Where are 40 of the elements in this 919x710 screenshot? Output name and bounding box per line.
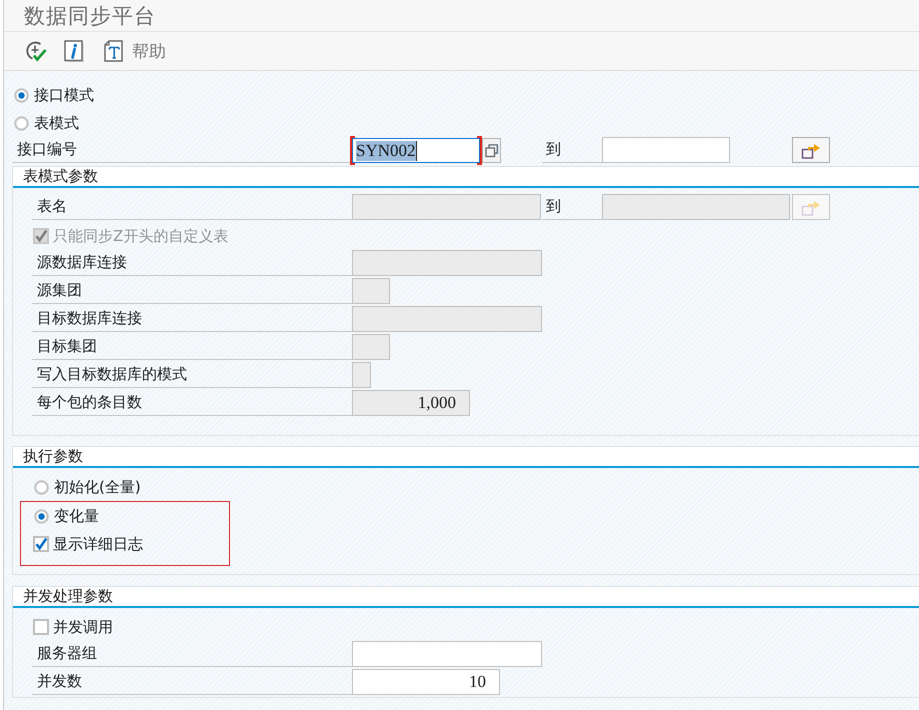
checkbox-label: 显示详细日志 xyxy=(53,534,143,554)
clock-check-icon[interactable] xyxy=(24,39,48,63)
radio-button[interactable] xyxy=(14,116,29,130)
radio-label: 接口模式 xyxy=(34,86,94,104)
checkbox-label: 并发调用 xyxy=(53,618,113,636)
info-icon[interactable] xyxy=(64,40,84,62)
group-title: 执行参数 xyxy=(13,447,919,468)
radio-label: 初始化(全量) xyxy=(54,478,141,496)
help-button[interactable]: 帮助 xyxy=(103,39,166,63)
radio-label: 表模式 xyxy=(34,114,79,132)
window-title: 数据同步平台 xyxy=(24,2,156,30)
input-field[interactable] xyxy=(602,137,730,163)
input-field[interactable]: 10 xyxy=(352,669,500,695)
document-t-icon xyxy=(103,39,125,63)
field-label: 目标集团 xyxy=(32,334,352,360)
checkbox-label: 只能同步Z开头的自定义表 xyxy=(53,226,228,246)
overlapping-squares-icon xyxy=(484,144,498,158)
arrow-box-icon xyxy=(801,142,821,158)
field-label: 服务器组 xyxy=(32,641,352,667)
group-title: 并发处理参数 xyxy=(13,587,919,608)
checkbox[interactable] xyxy=(33,619,49,635)
field-label: 目标数据库连接 xyxy=(32,306,352,332)
multiple-selection-button[interactable] xyxy=(792,137,830,163)
field-label: 写入目标数据库的模式 xyxy=(32,362,352,388)
value-help-button[interactable] xyxy=(482,138,501,163)
radio-label: 变化量 xyxy=(54,506,99,526)
checkbox[interactable] xyxy=(33,536,49,552)
field-label: 每个包的条目数 xyxy=(32,390,352,416)
group-title: 表模式参数 xyxy=(13,167,919,188)
input-field[interactable] xyxy=(352,641,542,667)
input-field[interactable]: SYN002 xyxy=(350,136,482,165)
radio-button[interactable] xyxy=(34,480,49,494)
field-label: 源集团 xyxy=(32,278,352,304)
radio-button[interactable] xyxy=(14,88,29,102)
radio-button[interactable] xyxy=(34,508,49,524)
field-label: 接口编号 xyxy=(12,137,352,163)
arrow-box-icon xyxy=(801,198,821,216)
field-label: 并发数 xyxy=(32,669,352,695)
field-label: 源数据库连接 xyxy=(32,250,352,276)
field-label: 表名 xyxy=(32,194,352,220)
